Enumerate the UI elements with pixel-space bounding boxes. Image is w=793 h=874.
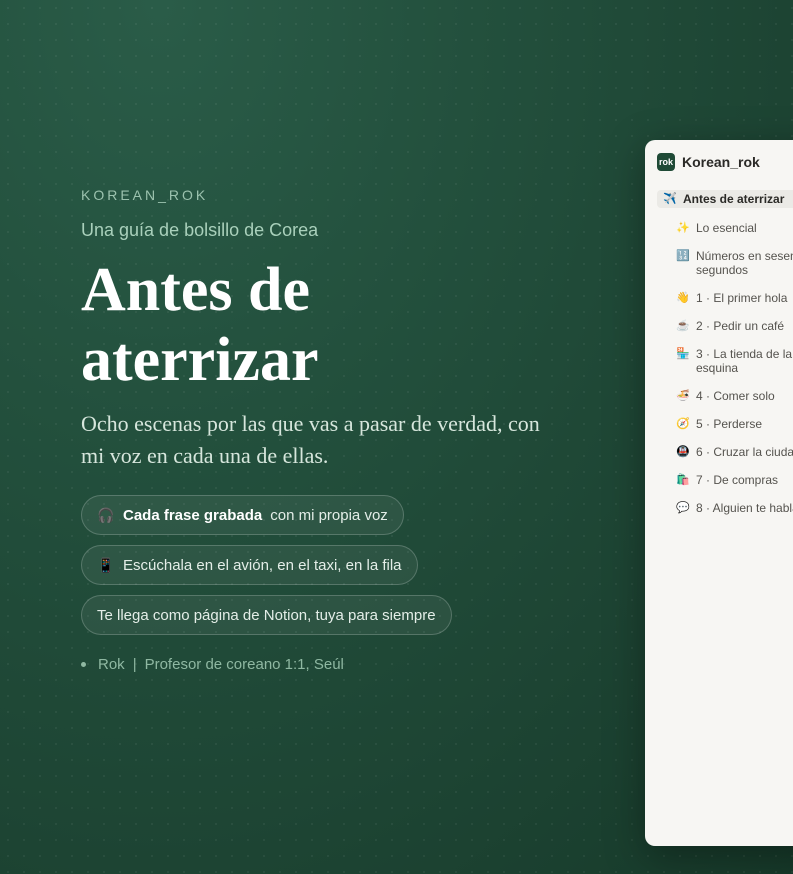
nav-item-label: 7 · De compras (696, 473, 779, 487)
author-separator: | (132, 656, 137, 673)
bowl-icon: 🍜 (676, 390, 690, 402)
feature-pill-notion: Te llega como página de Notion, tuya par… (81, 595, 452, 635)
pill-text: con mi propia voz (270, 506, 388, 524)
phone-icon: 📱 (97, 556, 115, 573)
nav-item-perderse[interactable]: 🧭 5 · Perderse (657, 417, 793, 431)
author-name: Rok (98, 656, 125, 673)
nav-item-label: 8 · Alguien te habla (696, 501, 793, 515)
compass-icon: 🧭 (676, 418, 690, 430)
author-role: Profesor de coreano 1:1, Seúl (144, 656, 344, 673)
nav-item-cruzar-ciudad[interactable]: 🚇 6 · Cruzar la ciudad (657, 445, 793, 459)
hero-title: Antes de aterrizar (81, 256, 319, 394)
panel-title: Korean_rok (682, 154, 760, 170)
author-line: Rok | Profesor de coreano 1:1, Seúl (81, 656, 344, 673)
metro-icon: 🚇 (676, 446, 690, 458)
feature-pill-recorded: 🎧 Cada frase grabada con mi propia voz (81, 495, 404, 535)
headphones-icon: 🎧 (97, 506, 115, 523)
eyebrow-brand: KOREAN_ROK (81, 187, 209, 203)
speech-bubble-icon: 💬 (676, 502, 690, 514)
panel-header: rok Korean_rok (657, 153, 760, 171)
nav-item-numeros[interactable]: 🔢 Números en sesenta segundos (657, 249, 793, 277)
shopping-bag-icon: 🛍️ (676, 474, 690, 486)
nav-item-label: 5 · Perderse (696, 417, 763, 431)
hero-subtitle: Una guía de bolsillo de Corea (81, 220, 319, 240)
numbers-icon: 🔢 (676, 250, 690, 262)
sparkles-icon: ✨ (676, 222, 690, 234)
feature-pill-listen: 📱 Escúchala en el avión, en el taxi, en … (81, 545, 418, 585)
nav-item-tienda-esquina[interactable]: 🏪 3 · La tienda de la esquina (657, 347, 793, 375)
nav-item-label: 1 · El primer hola (696, 291, 788, 305)
nav-item-label: 6 · Cruzar la ciudad (696, 445, 793, 459)
notion-preview-panel: rok Korean_rok ✈️ Antes de aterrizar ✨ L… (645, 140, 793, 846)
nav-item-alguien-te-habla[interactable]: 💬 8 · Alguien te habla (657, 501, 793, 515)
nav-item-lo-esencial[interactable]: ✨ Lo esencial (657, 221, 793, 235)
pill-text: Te llega como página de Notion, tuya par… (97, 606, 436, 624)
nav-item-label: Lo esencial (696, 221, 757, 235)
nav-item-label: 3 · La tienda de la esquina (696, 347, 793, 375)
wave-hand-icon: 👋 (676, 292, 690, 304)
nav-item-antes-de-aterrizar[interactable]: ✈️ Antes de aterrizar (657, 190, 793, 208)
nav-item-label: 2 · Pedir un café (696, 319, 785, 333)
store-icon: 🏪 (676, 348, 690, 360)
panel-nav: ✈️ Antes de aterrizar ✨ Lo esencial 🔢 Nú… (657, 190, 793, 529)
hero-description: Ocho escenas por las que vas a pasar de … (81, 411, 540, 468)
nav-item-label: Antes de aterrizar (683, 192, 785, 206)
pill-strong-text: Cada frase grabada (123, 506, 263, 524)
nav-item-comer-solo[interactable]: 🍜 4 · Comer solo (657, 389, 793, 403)
coffee-icon: ☕ (676, 320, 690, 332)
airplane-icon: ✈️ (663, 193, 677, 205)
rok-logo-icon: rok (657, 153, 675, 171)
nav-item-label: Números en sesenta segundos (696, 249, 793, 277)
nav-item-de-compras[interactable]: 🛍️ 7 · De compras (657, 473, 793, 487)
nav-item-label: 4 · Comer solo (696, 389, 775, 403)
pill-text: Escúchala en el avión, en el taxi, en la… (123, 556, 402, 574)
author-bullet-icon (81, 662, 86, 667)
nav-item-primer-hola[interactable]: 👋 1 · El primer hola (657, 291, 793, 305)
nav-item-pedir-cafe[interactable]: ☕ 2 · Pedir un café (657, 319, 793, 333)
